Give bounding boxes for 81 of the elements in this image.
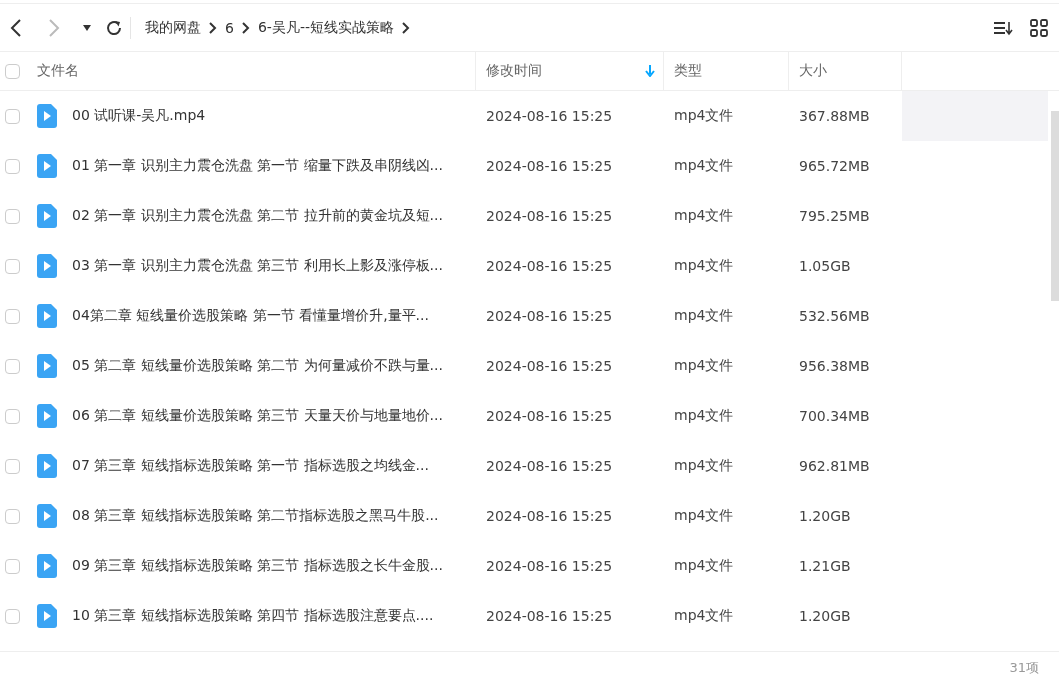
video-file-icon bbox=[37, 454, 57, 478]
video-file-icon bbox=[37, 304, 57, 328]
file-name[interactable]: 08 第三章 短线指标选股策略 第二节指标选股之黑马牛股... bbox=[72, 507, 439, 525]
modified-time: 2024-08-16 15:25 bbox=[485, 608, 614, 624]
row-checkbox[interactable] bbox=[5, 158, 20, 174]
modified-time: 2024-08-16 15:25 bbox=[485, 158, 614, 174]
caret-down-icon bbox=[83, 24, 91, 31]
modified-time: 2024-08-16 15:25 bbox=[485, 108, 614, 124]
row-checkbox[interactable] bbox=[5, 208, 20, 224]
file-size: 1.05GB bbox=[798, 258, 852, 274]
row-checkbox[interactable] bbox=[5, 108, 20, 124]
file-name[interactable]: 06 第二章 短线量价选股策略 第三节 天量天价与地量地价... bbox=[72, 407, 443, 425]
modified-time: 2024-08-16 15:25 bbox=[485, 408, 614, 424]
file-type: mp4文件 bbox=[673, 207, 735, 225]
row-checkbox[interactable] bbox=[5, 408, 20, 424]
video-file-icon bbox=[37, 104, 57, 128]
column-header[interactable]: 修改时间 bbox=[486, 62, 542, 80]
file-type: mp4文件 bbox=[673, 457, 735, 475]
column-header[interactable]: 类型 bbox=[674, 62, 702, 80]
row-checkbox[interactable] bbox=[5, 308, 20, 324]
select-all-checkbox[interactable] bbox=[5, 63, 20, 79]
file-size: 1.20GB bbox=[798, 508, 852, 524]
video-file-icon bbox=[37, 254, 57, 278]
modified-time: 2024-08-16 15:25 bbox=[485, 508, 614, 524]
file-name[interactable]: 10 第三章 短线指标选股策略 第四节 指标选股注意要点.... bbox=[72, 607, 434, 625]
file-type: mp4文件 bbox=[673, 257, 735, 275]
file-name[interactable]: 07 第三章 短线指标选股策略 第一节 指标选股之均线金... bbox=[72, 457, 429, 475]
row-checkbox[interactable] bbox=[5, 508, 20, 524]
file-type: mp4文件 bbox=[673, 157, 735, 175]
file-size: 700.34MB bbox=[798, 408, 871, 424]
row-checkbox[interactable] bbox=[5, 558, 20, 574]
breadcrumb-link[interactable]: 我的网盘 bbox=[145, 18, 201, 37]
file-type: mp4文件 bbox=[673, 357, 735, 375]
breadcrumb-link[interactable]: 6 bbox=[225, 19, 234, 36]
modified-time: 2024-08-16 15:25 bbox=[485, 208, 614, 224]
file-name[interactable]: 03 第一章 识别主力震仓洗盘 第三节 利用长上影及涨停板... bbox=[72, 257, 443, 275]
item-count: 31项 bbox=[1009, 659, 1039, 677]
modified-time: 2024-08-16 15:25 bbox=[485, 558, 614, 574]
file-type: mp4文件 bbox=[673, 607, 735, 625]
column-header[interactable]: 文件名 bbox=[37, 62, 79, 80]
file-type: mp4文件 bbox=[673, 557, 735, 575]
video-file-icon bbox=[37, 404, 57, 428]
modified-time: 2024-08-16 15:25 bbox=[485, 358, 614, 374]
file-name[interactable]: 09 第三章 短线指标选股策略 第三节 指标选股之长牛金股... bbox=[72, 557, 443, 575]
video-file-icon bbox=[37, 204, 57, 228]
scrollbar-thumb[interactable] bbox=[1051, 111, 1059, 301]
chevron-right-icon bbox=[402, 21, 410, 34]
grid-view-icon[interactable] bbox=[1029, 17, 1049, 38]
file-type: mp4文件 bbox=[673, 107, 735, 125]
modified-time: 2024-08-16 15:25 bbox=[485, 308, 614, 324]
video-file-icon bbox=[37, 154, 57, 178]
file-type: mp4文件 bbox=[673, 407, 735, 425]
file-name[interactable]: 01 第一章 识别主力震仓洗盘 第一节 缩量下跌及串阴线凶... bbox=[72, 157, 443, 175]
file-name[interactable]: 00 试听课-吴凡.mp4 bbox=[72, 107, 206, 125]
file-size: 1.21GB bbox=[798, 558, 852, 574]
row-checkbox[interactable] bbox=[5, 258, 20, 274]
row-checkbox[interactable] bbox=[5, 608, 20, 624]
file-size: 1.20GB bbox=[798, 608, 852, 624]
file-size: 956.38MB bbox=[798, 358, 871, 374]
video-file-icon bbox=[37, 504, 57, 528]
file-size: 962.81MB bbox=[798, 458, 871, 474]
column-header[interactable]: 大小 bbox=[799, 62, 827, 80]
row-checkbox[interactable] bbox=[5, 358, 20, 374]
file-name[interactable]: 05 第二章 短线量价选股策略 第二节 为何量减价不跌与量... bbox=[72, 357, 443, 375]
chevron-right-icon bbox=[241, 21, 250, 34]
file-size: 965.72MB bbox=[798, 158, 871, 174]
file-size: 367.88MB bbox=[798, 108, 871, 124]
breadcrumb-link[interactable]: 6-吴凡--短线实战策略 bbox=[257, 18, 394, 37]
file-type: mp4文件 bbox=[673, 307, 735, 325]
file-type: mp4文件 bbox=[673, 507, 735, 525]
modified-time: 2024-08-16 15:25 bbox=[485, 458, 614, 474]
video-file-icon bbox=[37, 354, 57, 378]
file-size: 795.25MB bbox=[798, 208, 871, 224]
modified-time: 2024-08-16 15:25 bbox=[485, 258, 614, 274]
video-file-icon bbox=[37, 604, 57, 628]
file-name[interactable]: 04第二章 短线量价选股策略 第一节 看懂量增价升,量平... bbox=[72, 307, 429, 325]
file-size: 532.56MB bbox=[798, 308, 871, 324]
chevron-right-icon bbox=[209, 21, 217, 34]
row-checkbox[interactable] bbox=[5, 458, 20, 474]
file-name[interactable]: 02 第一章 识别主力震仓洗盘 第二节 拉升前的黄金坑及短... bbox=[72, 207, 443, 225]
video-file-icon bbox=[37, 554, 57, 578]
